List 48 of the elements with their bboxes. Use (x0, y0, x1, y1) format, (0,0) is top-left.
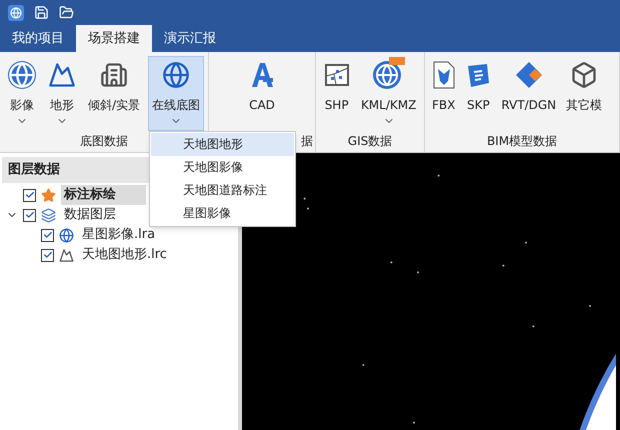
group-label: BIM模型数据 (486, 133, 558, 150)
checkbox[interactable] (23, 208, 36, 222)
menu-item[interactable]: 星图影像 (151, 202, 294, 225)
layer-label[interactable]: 天地图地形.lrc (79, 245, 170, 265)
layer-label[interactable]: 星图影像.lra (79, 225, 158, 245)
menu-item[interactable]: 天地图影像 (151, 156, 294, 179)
group-label: GIS数据 (348, 133, 392, 150)
checkbox[interactable] (41, 248, 54, 262)
building-icon (100, 61, 128, 89)
ribbon-button[interactable]: 在线底图 (148, 56, 204, 131)
ribbon-tab[interactable]: 演示汇报 (152, 25, 228, 52)
mountain-icon (48, 61, 76, 89)
stacked-box-icon (570, 61, 598, 89)
ribbon-button[interactable]: 倾斜/实景 (84, 56, 144, 131)
mountain-icon (59, 248, 74, 262)
panel-title: 图层数据 (8, 161, 60, 180)
map-frame-icon (324, 62, 350, 88)
ribbon-tab[interactable]: 场景搭建 (76, 25, 152, 52)
ribbon-button[interactable]: SKP (461, 56, 496, 131)
ribbon-button[interactable]: CAD (244, 56, 280, 131)
ribbon-button[interactable]: 影像 (4, 56, 40, 131)
document-icon (432, 61, 455, 89)
layer-label[interactable]: 数据图层 (61, 205, 119, 225)
layers-icon (41, 208, 56, 222)
globe-icon (59, 228, 74, 242)
app-logo-icon[interactable] (8, 4, 24, 20)
ribbon-button[interactable]: 地形 (44, 56, 80, 131)
ribbon-button[interactable]: KML/KMZ (356, 56, 420, 131)
star-icon (41, 188, 56, 202)
checkbox[interactable] (23, 188, 36, 202)
ribbon-button[interactable]: RVT/DGN (497, 56, 560, 131)
layer-label[interactable]: 标注标绘 (61, 185, 146, 205)
group-label: 据 (301, 133, 313, 150)
menu-item[interactable]: 天地图道路标注 (151, 179, 294, 202)
map-view[interactable] (242, 153, 620, 430)
diamond-icon (514, 61, 543, 89)
globe-icon (372, 61, 401, 89)
globe-icon (162, 61, 190, 89)
folder-icon[interactable] (59, 5, 74, 20)
save-icon[interactable] (34, 5, 49, 20)
checkbox[interactable] (41, 228, 54, 242)
ribbon-tab[interactable]: 我的项目 (0, 25, 76, 52)
menu-item[interactable]: 天地图地形 (151, 133, 294, 156)
ribbon-button[interactable]: FBX (428, 56, 460, 131)
ribbon-button[interactable]: SHP (320, 56, 354, 131)
globe-icon (8, 61, 36, 89)
ribbon-button[interactable]: 其它模 (562, 56, 606, 131)
group-label: 底图数据 (80, 133, 128, 150)
